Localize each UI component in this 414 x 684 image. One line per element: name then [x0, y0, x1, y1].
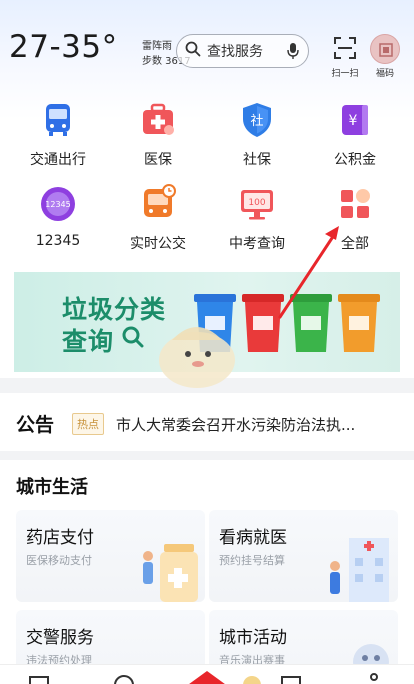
announcement-title: 公告: [16, 414, 55, 436]
card-subtitle: 预约挂号结算: [219, 554, 285, 567]
hot-badge: 热点: [72, 413, 104, 435]
section-title: 城市生活: [16, 477, 88, 498]
bottom-nav-icons: [29, 671, 378, 684]
card-title: 看病就医: [219, 528, 287, 548]
bottom-navigation-bar: [0, 664, 414, 684]
card-medical-visit[interactable]: 看病就医 预约挂号结算: [209, 510, 398, 602]
city-life-section: 城市生活 药店支付 医保移动支付 看病就医 预约挂号结算 交警服务 违法预约处理…: [0, 460, 414, 684]
hospital-icon: [330, 538, 389, 602]
announcement-message[interactable]: 市人大常委会召开水污染防治法执...: [116, 414, 355, 435]
card-pharmacy-payment[interactable]: 药店支付 医保移动支付: [16, 510, 205, 602]
announcement-bar[interactable]: 公告 热点 市人大常委会召开水污染防治法执...: [0, 393, 414, 451]
card-title: 城市活动: [219, 628, 287, 648]
medicine-bottle-icon: [143, 544, 198, 602]
card-title: 交警服务: [26, 628, 94, 648]
card-title: 药店支付: [26, 528, 94, 548]
card-subtitle: 医保移动支付: [26, 554, 92, 567]
